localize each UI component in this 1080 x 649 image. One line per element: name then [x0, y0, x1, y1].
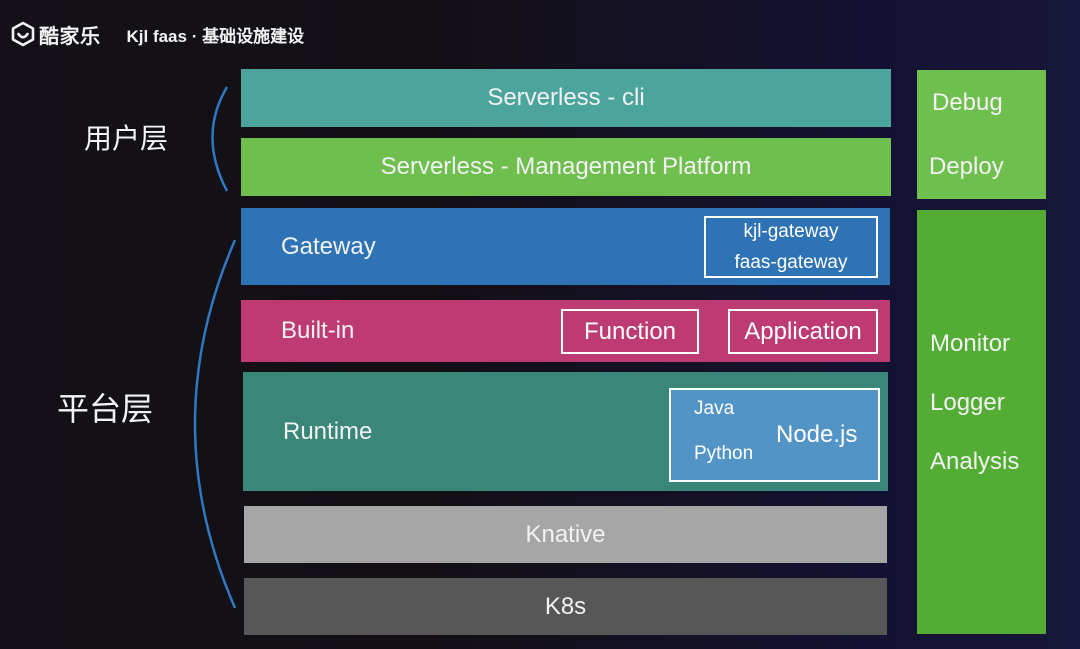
brand-name: 酷家乐 [39, 25, 101, 48]
ops-logger: Logger [930, 389, 1005, 416]
serverless-cli-layer: Serverless - cli [241, 69, 891, 127]
serverless-cli-label: Serverless - cli [487, 84, 645, 111]
language-python: Python [694, 443, 754, 464]
ops-panel: Monitor Logger Analysis [917, 210, 1046, 634]
tool-debug: Debug [932, 89, 1003, 116]
gateway-item: faas-gateway [734, 252, 848, 273]
platform-layer-label: 平台层 [57, 391, 154, 427]
user-layer-label: 用户层 [84, 123, 169, 154]
platform-layer-bracket [193, 239, 237, 609]
k8s-layer: K8s [244, 578, 887, 635]
shield-smile-icon [11, 21, 35, 47]
ops-analysis: Analysis [930, 448, 1020, 475]
function-box: Function [561, 309, 699, 354]
management-platform-label: Serverless - Management Platform [380, 153, 752, 180]
runtime-languages-box: Java Node.js Python [669, 388, 880, 482]
gateway-list-box: kjl-gateway faas-gateway [704, 216, 878, 278]
knative-layer: Knative [244, 506, 887, 563]
gateway-label: Gateway [281, 232, 376, 260]
tool-deploy: Deploy [929, 153, 1004, 180]
header: 酷家乐 Kjl faas · 基础设施建设 [10, 20, 304, 48]
builtin-layer: Built-in Function Application [241, 300, 890, 362]
language-nodejs: Node.js [776, 421, 858, 448]
language-java: Java [694, 398, 735, 419]
page-subtitle: Kjl faas · 基础设施建设 [126, 26, 305, 46]
application-label: Application [744, 317, 862, 345]
ops-monitor: Monitor [930, 330, 1011, 357]
runtime-label: Runtime [283, 417, 373, 445]
knative-label: Knative [525, 520, 606, 548]
gateway-layer: Gateway kjl-gateway faas-gateway [241, 208, 890, 285]
management-platform-layer: Serverless - Management Platform [241, 138, 891, 196]
application-box: Application [728, 309, 878, 354]
debug-deploy-panel: Debug Deploy [917, 70, 1046, 199]
user-layer-bracket [211, 86, 229, 192]
function-label: Function [583, 317, 677, 345]
runtime-layer: Runtime Java Node.js Python [243, 372, 888, 491]
builtin-label: Built-in [281, 317, 355, 344]
gateway-item: kjl-gateway [743, 221, 839, 242]
k8s-label: K8s [544, 592, 587, 620]
